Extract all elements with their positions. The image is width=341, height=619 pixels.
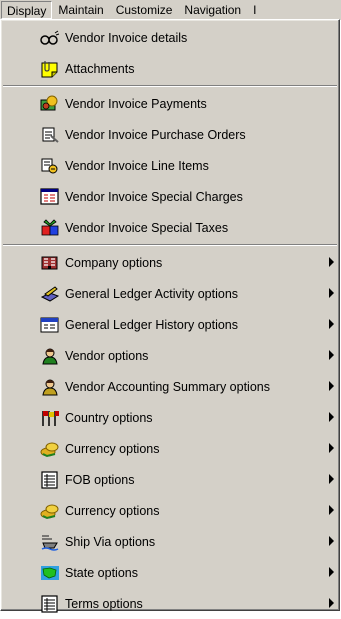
menu-item-label: Currency options — [65, 441, 160, 456]
menu-item-label: Vendor Invoice Payments — [65, 96, 207, 111]
menu-item-vendor-invoice-purchase-orders[interactable]: Vendor Invoice Purchase Orders — [1, 119, 339, 150]
menu-item-general-ledger-activity-options[interactable]: General Ledger Activity options — [1, 278, 339, 309]
menu-item-label: Vendor options — [65, 348, 149, 363]
menu-item-label: Terms options — [65, 596, 143, 611]
menu-customize[interactable]: Customize — [110, 1, 179, 19]
submenu-arrow-icon — [329, 257, 334, 267]
payments-icon — [39, 93, 61, 115]
submenu-arrow-icon — [329, 381, 334, 391]
menu-item-label: Ship Via options — [65, 534, 156, 549]
menu-item-country-options[interactable]: Country options — [1, 402, 339, 433]
ledger-activity-icon — [39, 283, 61, 305]
currency-coins-icon — [39, 438, 61, 460]
menu-separator — [3, 244, 337, 246]
menu-item-general-ledger-history-options[interactable]: General Ledger History options — [1, 309, 339, 340]
country-flags-icon — [39, 407, 61, 429]
special-taxes-icon — [39, 217, 61, 239]
line-items-icon — [39, 155, 61, 177]
submenu-arrow-icon — [329, 536, 334, 546]
menu-item-label: Vendor Invoice Special Taxes — [65, 220, 229, 235]
currency-coins-icon — [39, 500, 61, 522]
menu-item-label: Vendor Accounting Summary options — [65, 379, 270, 394]
submenu-arrow-icon — [329, 319, 334, 329]
menu-item-currency-options[interactable]: Currency options — [1, 433, 339, 464]
menu-item-label: Vendor Invoice details — [65, 30, 188, 45]
menu-item-label: Country options — [65, 410, 153, 425]
purchase-orders-icon — [39, 124, 61, 146]
binoculars-icon — [39, 27, 61, 49]
menu-display[interactable]: Display — [1, 1, 53, 19]
state-map-icon — [39, 562, 61, 584]
display-dropdown-menu: Vendor Invoice details Attachments Vendo… — [0, 19, 340, 613]
menu-item-currency-options-2[interactable]: Currency options — [1, 495, 339, 526]
menu-separator — [3, 85, 337, 87]
menu-item-company-options[interactable]: Company options — [1, 247, 339, 278]
menu-item-vendor-invoice-special-taxes[interactable]: Vendor Invoice Special Taxes — [1, 212, 339, 243]
submenu-arrow-icon — [329, 474, 334, 484]
menu-item-vendor-invoice-details[interactable]: Vendor Invoice details — [1, 22, 339, 53]
submenu-arrow-icon — [329, 598, 334, 608]
menu-item-label: Vendor Invoice Purchase Orders — [65, 127, 246, 142]
fob-list-icon — [39, 469, 61, 491]
menu-item-label: State options — [65, 565, 138, 580]
menu-truncated[interactable]: I — [247, 1, 262, 19]
submenu-arrow-icon — [329, 288, 334, 298]
submenu-arrow-icon — [329, 350, 334, 360]
menu-maintain[interactable]: Maintain — [52, 1, 109, 19]
menu-item-ship-via-options[interactable]: Ship Via options — [1, 526, 339, 557]
menu-navigation[interactable]: Navigation — [178, 1, 247, 19]
menu-item-vendor-invoice-special-charges[interactable]: Vendor Invoice Special Charges — [1, 181, 339, 212]
terms-list-icon — [39, 593, 61, 615]
menu-item-label: Vendor Invoice Special Charges — [65, 189, 243, 204]
vendor-person-icon — [39, 345, 61, 367]
submenu-arrow-icon — [329, 443, 334, 453]
menu-item-attachments[interactable]: Attachments — [1, 53, 339, 84]
ledger-history-icon — [39, 314, 61, 336]
menu-item-label: Currency options — [65, 503, 160, 518]
menu-item-label: Company options — [65, 255, 163, 270]
special-charges-icon — [39, 186, 61, 208]
menu-item-terms-options[interactable]: Terms options — [1, 588, 339, 619]
paperclip-note-icon — [39, 58, 61, 80]
menu-item-vendor-options[interactable]: Vendor options — [1, 340, 339, 371]
menu-item-state-options[interactable]: State options — [1, 557, 339, 588]
ship-via-icon — [39, 531, 61, 553]
menu-item-label: FOB options — [65, 472, 135, 487]
submenu-arrow-icon — [329, 505, 334, 515]
menu-item-label: General Ledger History options — [65, 317, 239, 332]
menu-bar: Display Maintain Customize Navigation I — [0, 0, 341, 20]
submenu-arrow-icon — [329, 567, 334, 577]
menu-item-vendor-invoice-line-items[interactable]: Vendor Invoice Line Items — [1, 150, 339, 181]
company-icon — [39, 252, 61, 274]
submenu-arrow-icon — [329, 412, 334, 422]
menu-item-vendor-invoice-payments[interactable]: Vendor Invoice Payments — [1, 88, 339, 119]
menu-item-vendor-accounting-summary-options[interactable]: Vendor Accounting Summary options — [1, 371, 339, 402]
vendor-summary-icon — [39, 376, 61, 398]
menu-item-fob-options[interactable]: FOB options — [1, 464, 339, 495]
menu-item-label: General Ledger Activity options — [65, 286, 239, 301]
menu-item-label: Vendor Invoice Line Items — [65, 158, 209, 173]
menu-item-label: Attachments — [65, 61, 135, 76]
